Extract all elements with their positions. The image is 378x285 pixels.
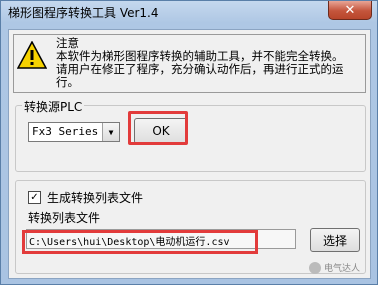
notice-line-2: 请用户在修正了程序，充分确认动作后，再进行正式的运行。 <box>56 62 344 89</box>
checkmark-icon: ✓ <box>30 191 39 203</box>
close-icon: ✕ <box>344 2 356 18</box>
chevron-down-icon[interactable]: ▼ <box>102 123 119 141</box>
path-highlight-box <box>22 230 258 254</box>
source-plc-group: 转换源PLC Fx3 Series ▼ OK <box>15 98 366 172</box>
warning-icon <box>17 41 47 69</box>
watermark: 电气达人 <box>308 261 360 274</box>
browse-button-label: 选择 <box>322 233 347 248</box>
window-title: 梯形图程序转换工具 Ver1.4 <box>8 6 159 20</box>
watermark-text: 电气达人 <box>323 264 360 274</box>
app-window: 梯形图程序转换工具 Ver1.4 ✕ 注意 本软件为梯形图程序转换的辅助工具，并… <box>0 0 378 285</box>
title-bar[interactable]: 梯形图程序转换工具 Ver1.4 ✕ <box>1 1 377 23</box>
client-area: 注意 本软件为梯形图程序转换的辅助工具，并不能完全转换。 请用户在修正了程序，充… <box>8 29 371 279</box>
notice-panel: 注意 本软件为梯形图程序转换的辅助工具，并不能完全转换。 请用户在修正了程序，充… <box>13 34 366 93</box>
plc-series-value: Fx3 Series <box>32 125 99 138</box>
ok-highlight-box <box>128 111 188 145</box>
list-file-label: 转换列表文件 <box>28 211 101 225</box>
generate-list-label: 生成转换列表文件 <box>47 191 144 205</box>
close-button[interactable]: ✕ <box>328 1 372 20</box>
conversion-list-group: ✓ 生成转换列表文件 转换列表文件 C:\Users\hui\Desktop\电… <box>15 180 366 274</box>
source-plc-caption: 转换源PLC <box>22 98 85 115</box>
generate-list-checkbox-row[interactable]: ✓ 生成转换列表文件 <box>28 189 143 206</box>
watermark-logo-icon <box>308 261 321 274</box>
generate-list-checkbox[interactable]: ✓ <box>28 191 41 204</box>
plc-series-select[interactable]: Fx3 Series ▼ <box>28 122 120 142</box>
browse-button[interactable]: 选择 <box>310 228 360 252</box>
notice-text: 注意 本软件为梯形图程序转换的辅助工具，并不能完全转换。 请用户在修正了程序，充… <box>56 37 362 89</box>
